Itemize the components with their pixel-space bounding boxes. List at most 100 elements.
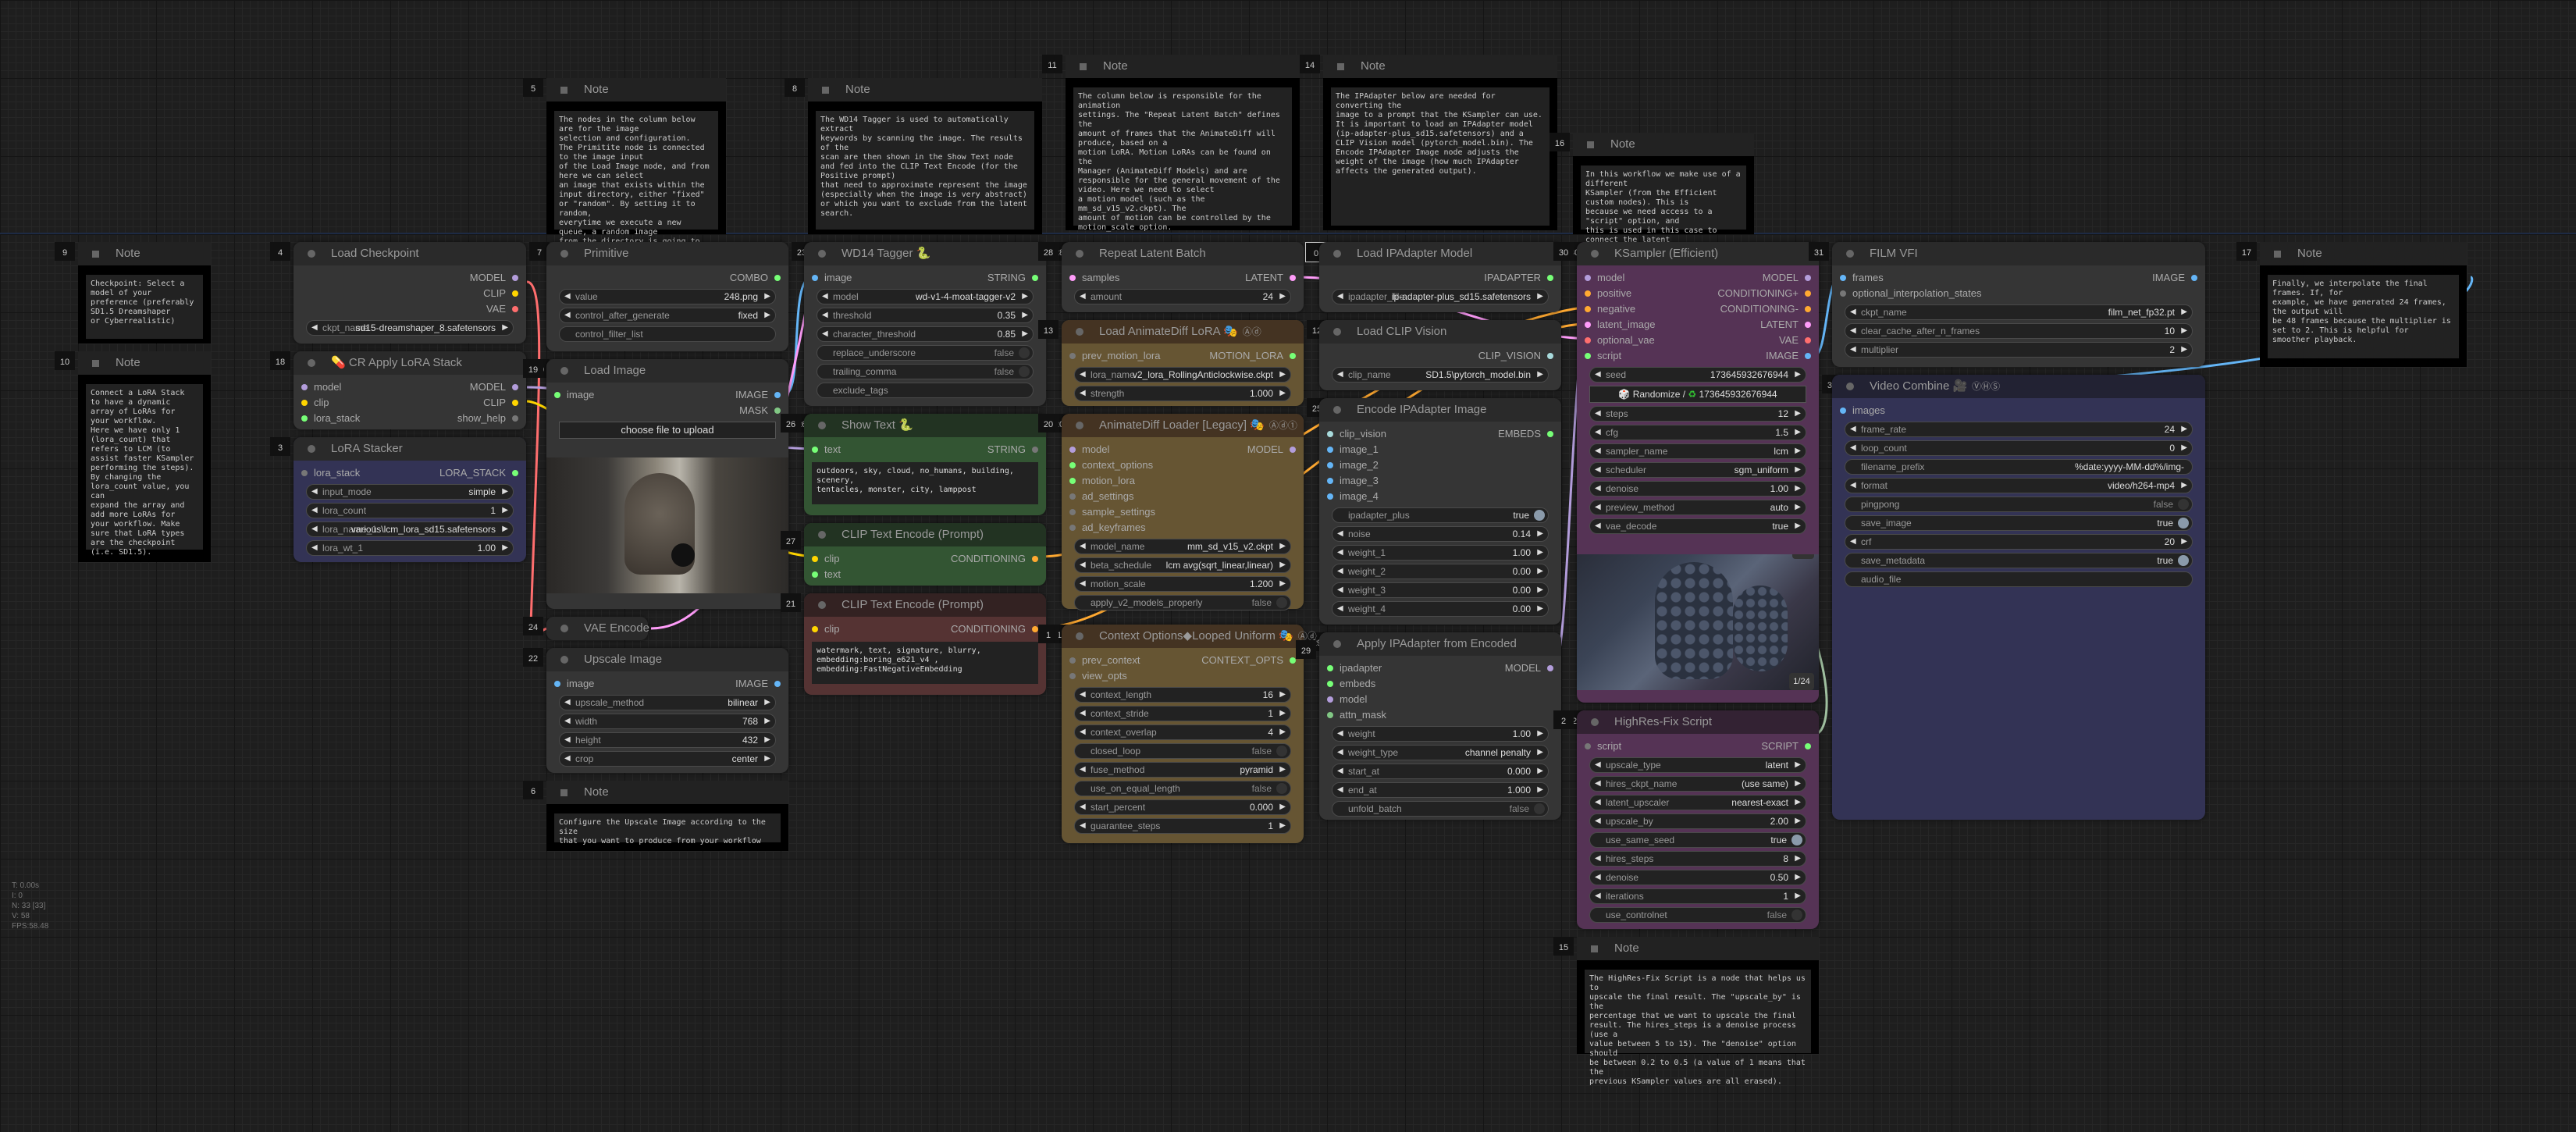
arrow-right-icon[interactable]: ▶ [1537, 290, 1543, 304]
widget-fuse-method[interactable]: ◀ fuse_method pyramid ▶ [1074, 762, 1291, 778]
arrow-left-icon[interactable]: ◀ [311, 504, 318, 518]
collapse-dot-icon[interactable] [560, 367, 568, 375]
toggle-closed-loop[interactable]: closed_loop false [1074, 743, 1291, 759]
arrow-right-icon[interactable]: ▶ [1795, 444, 1801, 458]
arrow-right-icon[interactable]: ▶ [764, 290, 770, 304]
widget-end-at[interactable]: ◀ end_at 1.000 ▶ [1332, 782, 1549, 798]
arrow-right-icon[interactable]: ▶ [764, 308, 770, 322]
widget-scheduler[interactable]: ◀ scheduler sgm_uniform ▶ [1589, 462, 1806, 478]
output-clip[interactable]: CLIP [483, 286, 518, 301]
output-vae[interactable]: VAE [486, 301, 519, 317]
arrow-right-icon[interactable]: ▶ [1795, 852, 1801, 866]
collapse-dot-icon[interactable] [1333, 328, 1341, 336]
input-filename-prefix[interactable]: filename_prefix %date:yyyy-MM-dd%/img- [1845, 459, 2193, 475]
collapse-dot-icon[interactable] [308, 250, 315, 258]
widget-vae-decode[interactable]: ◀ vae_decode true ▶ [1589, 518, 1806, 534]
widget-lora-wt-1[interactable]: ◀ lora_wt_1 1.00 ▶ [306, 540, 514, 556]
arrow-left-icon[interactable]: ◀ [1080, 386, 1086, 400]
arrow-left-icon[interactable]: ◀ [1080, 539, 1086, 554]
collapse-dot-icon[interactable] [818, 601, 826, 609]
arrow-left-icon[interactable]: ◀ [1080, 725, 1086, 739]
output-conditioning[interactable]: CONDITIONING [951, 621, 1039, 637]
widget-preview-method[interactable]: ◀ preview_method auto ▶ [1589, 500, 1806, 515]
toggle-knob[interactable] [1276, 597, 1287, 608]
input-lora-stack[interactable]: lora_stack [301, 465, 360, 481]
note-text[interactable]: In this workflow we make use of a differ… [1581, 166, 1746, 254]
arrow-left-icon[interactable]: ◀ [1595, 407, 1601, 421]
output-image[interactable]: IMAGE [2152, 270, 2197, 286]
input-clip-vision[interactable]: clip_vision [1327, 426, 1386, 442]
arrow-right-icon[interactable]: ▶ [2181, 479, 2187, 493]
arrow-left-icon[interactable]: ◀ [1337, 727, 1343, 741]
input-view-opts[interactable]: view_opts [1069, 668, 1127, 684]
toggle-save-image[interactable]: save_image true [1845, 515, 2193, 531]
arrow-left-icon[interactable]: ◀ [1850, 535, 1856, 549]
node-wd14-tagger[interactable]: 28 WD14 Tagger 🐍 image STRING ◀ model wd-v1… [804, 242, 1069, 406]
widget-lora-name[interactable]: ◀ lora_name v2_lora_RollingAnticlockwise.c… [1074, 367, 1291, 383]
node-title[interactable]: Upscale Image [546, 648, 788, 671]
widget-input-mode[interactable]: ◀ input_mode simple ▶ [306, 484, 514, 500]
node-title[interactable]: FILM VFI [1832, 242, 2205, 265]
toggle-knob[interactable] [1534, 510, 1545, 521]
arrow-left-icon[interactable]: ◀ [1595, 368, 1601, 382]
arrow-left-icon[interactable]: ◀ [1595, 519, 1601, 533]
arrow-right-icon[interactable]: ▶ [502, 504, 508, 518]
note-text[interactable]: The HighRes-Fix Script is a node that he… [1585, 970, 1811, 1086]
toggle-pingpong[interactable]: pingpong false [1845, 497, 2193, 512]
input-prev-context[interactable]: prev_context [1069, 653, 1140, 668]
input-text[interactable]: text [812, 567, 841, 582]
input-context-options[interactable]: context_options [1069, 457, 1153, 473]
widget-lora-count[interactable]: ◀ lora_count 1 ▶ [306, 503, 514, 518]
collapse-dot-icon[interactable] [1591, 250, 1599, 258]
arrow-right-icon[interactable]: ▶ [502, 321, 508, 335]
input-image[interactable]: image [812, 270, 852, 286]
widget-weight-3[interactable]: ◀ weight_3 0.00 ▶ [1332, 582, 1549, 598]
toggle-knob[interactable] [2178, 518, 2189, 529]
arrow-left-icon[interactable]: ◀ [1595, 852, 1601, 866]
widget-weight-1[interactable]: ◀ weight_1 1.00 ▶ [1332, 545, 1549, 561]
widget-upscale-method[interactable]: ◀ upscale_method bilinear ▶ [559, 695, 776, 710]
arrow-left-icon[interactable]: ◀ [1080, 763, 1086, 777]
node-upscale-image[interactable]: 22 Upscale Image image IMAGE ◀ upscale_met… [523, 648, 788, 773]
widget-amount[interactable]: ◀ amount 24 ▶ [1074, 289, 1291, 304]
node-title[interactable]: Apply IPAdapter from Encoded [1319, 632, 1561, 656]
node-clip-text-encode-negative[interactable]: 21 1 CLIP Text Encode (Prompt) clip CONDI… [781, 593, 1069, 695]
widget-ckpt-name[interactable]: ◀ ckpt_name film_net_fp32.pt ▶ [1845, 304, 2193, 320]
toggle-use-on-equal-length[interactable]: use_on_equal_length false [1074, 781, 1291, 796]
node-clip-text-encode-positive[interactable]: 27 CLIP Text Encode (Prompt) clip CONDITI… [781, 523, 1046, 586]
output-model[interactable]: MODEL [470, 270, 519, 286]
arrow-right-icon[interactable]: ▶ [1795, 777, 1801, 791]
widget-exclude-tags[interactable]: exclude_tags [817, 383, 1034, 398]
toggle-use-same-seed[interactable]: use_same_seed true [1589, 832, 1806, 848]
arrow-left-icon[interactable]: ◀ [564, 696, 571, 710]
arrow-left-icon[interactable]: ◀ [1080, 800, 1086, 814]
widget-multiplier[interactable]: ◀ multiplier 2 ▶ [1845, 342, 2193, 358]
arrow-right-icon[interactable]: ▶ [1279, 707, 1286, 721]
node-title[interactable]: 💊 CR Apply LoRA Stack [294, 351, 526, 375]
input-attn-mask[interactable]: attn_mask [1327, 707, 1386, 723]
input-negative[interactable]: negative [1585, 301, 1635, 317]
arrow-right-icon[interactable]: ▶ [1537, 783, 1543, 797]
arrow-right-icon[interactable]: ▶ [764, 696, 770, 710]
node-context-options[interactable]: 1 29 Context Options◆Looped Uniform 🎭 Ⓐⓓ … [1038, 625, 1327, 843]
widget-crop[interactable]: ◀ crop center ▶ [559, 751, 776, 767]
arrow-right-icon[interactable]: ▶ [1537, 727, 1543, 741]
arrow-right-icon[interactable]: ▶ [1537, 368, 1543, 382]
collapse-dot-icon[interactable] [1076, 250, 1083, 258]
arrow-left-icon[interactable]: ◀ [1850, 441, 1856, 455]
arrow-left-icon[interactable]: ◀ [1337, 290, 1343, 304]
toggle-apply-v2-models-properly[interactable]: apply_v2_models_properly false [1074, 595, 1291, 610]
collapse-dot-icon[interactable] [1846, 250, 1854, 258]
widget-value[interactable]: ◀ value 248.png ▶ [559, 289, 776, 304]
widget-model[interactable]: ◀ model wd-v1-4-moat-tagger-v2 ▶ [817, 289, 1034, 304]
node-show-text[interactable]: 26 20 Show Text 🐍 text STRING outdoors, s… [781, 414, 1069, 515]
widget-height[interactable]: ◀ height 432 ▶ [559, 732, 776, 748]
arrow-right-icon[interactable]: ▶ [2181, 535, 2187, 549]
node-title[interactable]: Video Combine 🎥 ⓋⒽⓈ [1832, 375, 2205, 398]
toggle-knob[interactable] [1791, 835, 1802, 845]
input-latent-image[interactable]: latent_image [1585, 317, 1655, 333]
output-clip[interactable]: CLIP [483, 395, 518, 411]
widget-weight-4[interactable]: ◀ weight_4 0.00 ▶ [1332, 601, 1549, 617]
arrow-right-icon[interactable]: ▶ [1795, 368, 1801, 382]
toggle-knob[interactable] [1534, 803, 1545, 814]
